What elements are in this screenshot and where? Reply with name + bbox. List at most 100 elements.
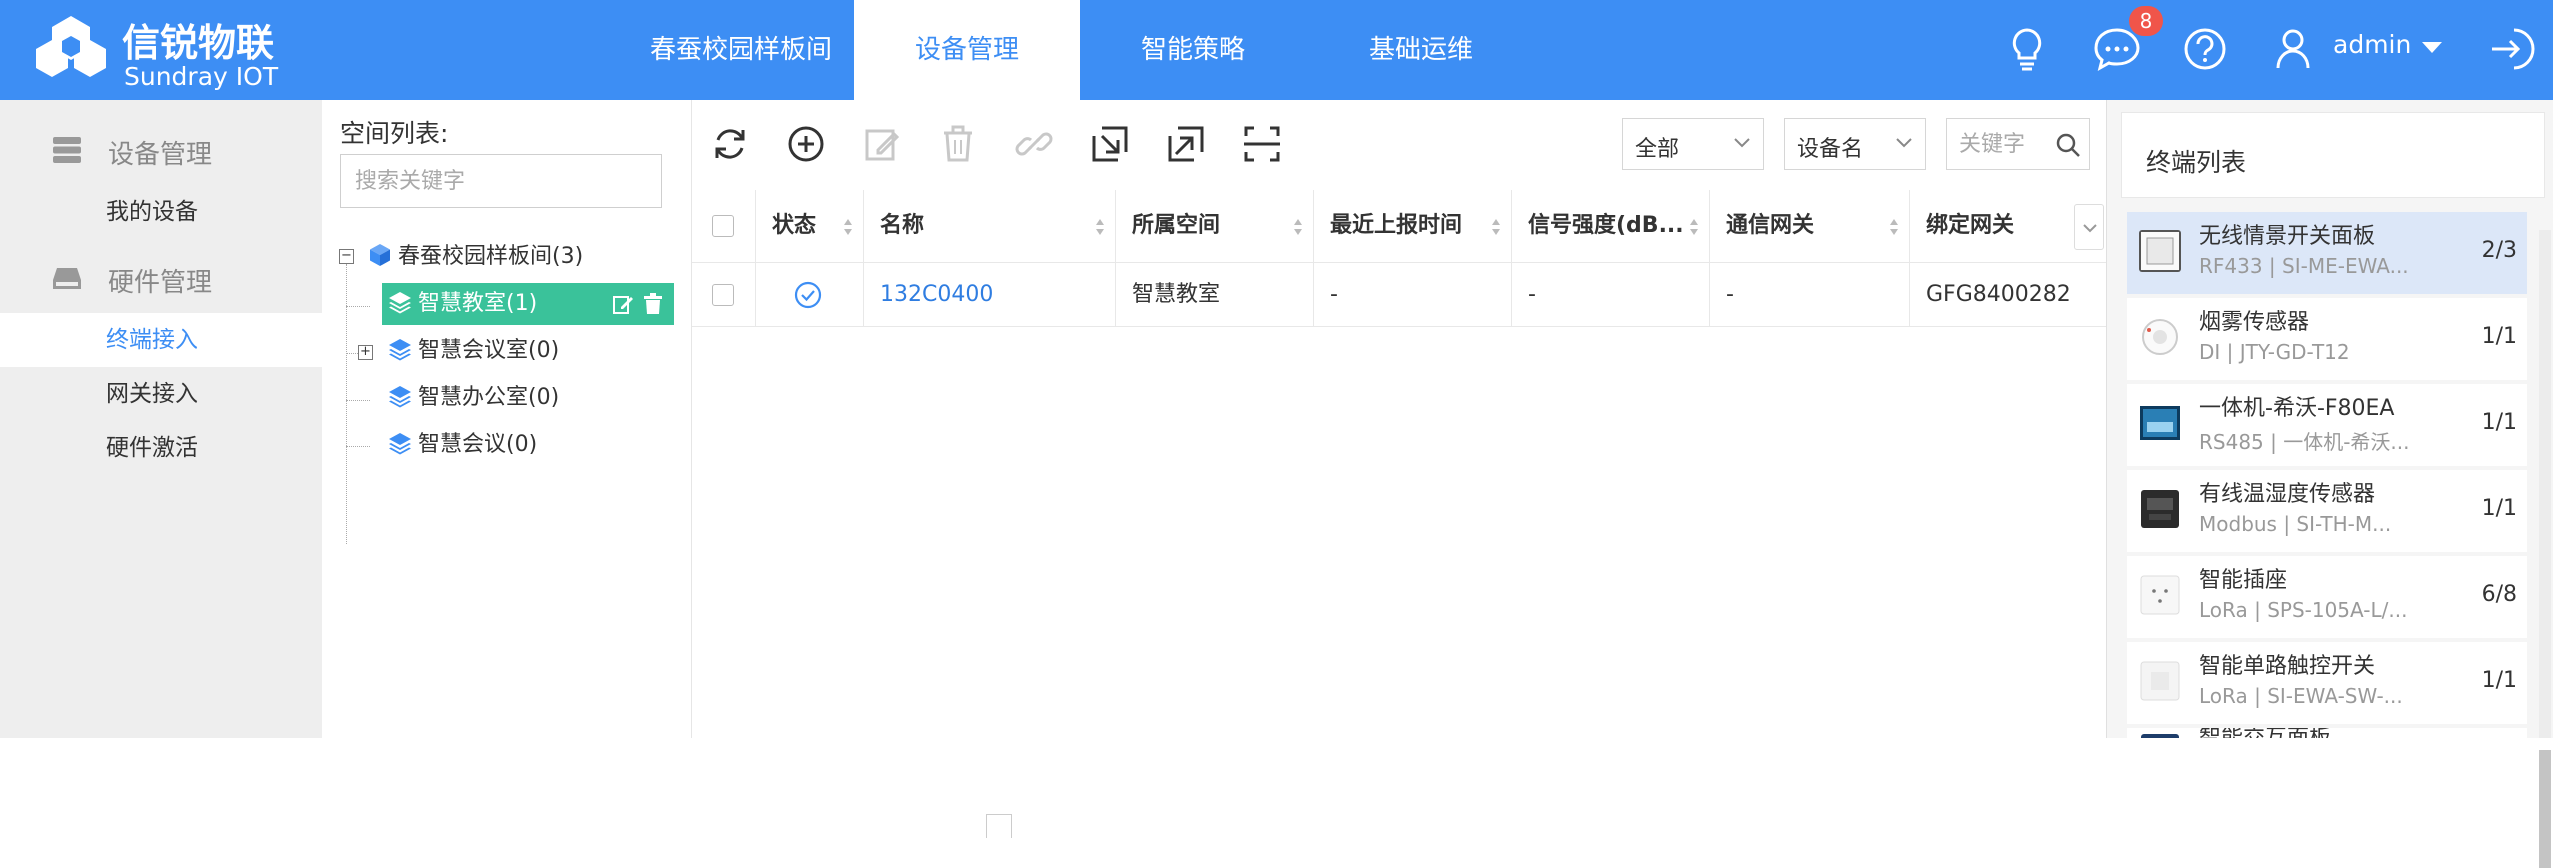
refresh-icon[interactable] (708, 122, 752, 166)
tree-node-root[interactable]: 春蚕校园样板间(3) (368, 236, 583, 278)
terminal-subtitle: LoRa | SPS-105A-L/... (2199, 598, 2408, 622)
smart-socket-thumbnail (2140, 575, 2180, 615)
search-icon[interactable] (2055, 132, 2081, 158)
sort-icon (844, 219, 852, 235)
chevron-down-icon (2083, 224, 2097, 233)
sort-icon (1690, 219, 1698, 235)
terminal-name: 无线情景开关面板 (2199, 224, 2376, 249)
collapse-toggle[interactable]: − (339, 249, 354, 264)
column-menu-button[interactable] (2074, 204, 2104, 250)
chevron-down-icon (1734, 138, 1750, 148)
terminal-item[interactable]: 无线情景开关面板 RF433 | SI-ME-EWA... 2/3 (2127, 212, 2527, 294)
sidebar-item-terminal-access[interactable]: 终端接入 (0, 313, 322, 367)
terminal-item[interactable]: 烟雾传感器 DI | JTY-GD-T12 1/1 (2127, 298, 2527, 380)
scan-icon[interactable] (1240, 122, 1284, 166)
database-icon (53, 137, 81, 163)
tree-node-smart-meeting-room[interactable]: 智慧会议室(0) (388, 330, 559, 372)
space-search-input[interactable] (340, 154, 662, 208)
terminal-item[interactable]: 一体机-希沃-F80EA RS485 | 一体机-希沃... 1/1 (2127, 384, 2527, 466)
scope-select[interactable]: 全部 (1622, 118, 1764, 170)
hard-drive-icon (53, 268, 81, 289)
keyword-input[interactable] (1947, 119, 2057, 169)
nav-smart-strategy[interactable]: 智能策略 (1082, 0, 1304, 100)
terminal-name: 智能单路触控开关 (2199, 654, 2376, 679)
terminal-item[interactable]: 智能插座 LoRa | SPS-105A-L/... 6/8 (2127, 556, 2527, 638)
sidebar-group-hardware[interactable]: 硬件管理 (0, 250, 322, 306)
terminal-name: 智能插座 (2199, 568, 2288, 593)
import-icon[interactable] (1088, 122, 1132, 166)
chevron-down-icon (1896, 138, 1912, 148)
terminal-item[interactable]: 智能单路触控开关 LoRa | SI-EWA-SW-... 1/1 (2127, 642, 2527, 724)
terminal-item[interactable]: 智能交互面板 (2127, 728, 2527, 738)
scrollbar-thumb[interactable] (2539, 750, 2551, 868)
row-checkbox[interactable] (712, 284, 734, 306)
terminal-count: 1/1 (2481, 496, 2517, 521)
link-icon[interactable] (1012, 122, 1056, 166)
add-icon[interactable] (784, 122, 828, 166)
nav-basic-ops[interactable]: 基础运维 (1306, 0, 1536, 100)
nav-device-management[interactable]: 设备管理 (854, 0, 1080, 100)
top-header: 信锐物联 Sundray IOT 春蚕校园样板间 设备管理 智能策略 基础运维 … (0, 0, 2553, 100)
layers-icon (389, 292, 411, 314)
sidebar-item-my-devices[interactable]: 我的设备 (0, 185, 322, 239)
sort-icon (1492, 219, 1500, 235)
all-in-one-screen-thumbnail (2140, 406, 2180, 440)
terminal-list-panel: 终端列表 无线情景开关面板 RF433 | SI-ME-EWA... 2/3 烟… (2106, 100, 2553, 868)
sidebar-item-gateway-access[interactable]: 网关接入 (0, 367, 322, 421)
row-divider (692, 326, 2106, 327)
terminal-count: 6/8 (2481, 582, 2517, 607)
delete-icon[interactable] (936, 122, 980, 166)
last-report-cell: - (1314, 263, 1512, 327)
edit-icon[interactable] (860, 122, 904, 166)
device-name-link[interactable]: 132C0400 (864, 263, 1116, 327)
col-space[interactable]: 所属空间 (1116, 190, 1314, 262)
terminal-item-clip: 智能交互面板 (2127, 728, 2527, 738)
help-icon[interactable] (2178, 22, 2232, 76)
online-status-icon (794, 281, 822, 309)
tree-node-smart-classroom[interactable]: 智慧教室(1) (382, 283, 674, 325)
terminal-count: 1/1 (2481, 324, 2517, 349)
status-cell (756, 263, 864, 327)
terminal-count: 2/3 (2481, 238, 2517, 263)
nav-space[interactable]: 春蚕校园样板间 (630, 0, 852, 100)
temp-humidity-sensor-thumbnail (2141, 490, 2179, 528)
cube-icon (370, 244, 390, 266)
sidebar-item-hardware-activation[interactable]: 硬件激活 (0, 421, 322, 475)
edit-icon[interactable] (612, 293, 634, 315)
col-status[interactable]: 状态 (756, 190, 864, 262)
export-icon[interactable] (1164, 122, 1208, 166)
tree-node-smart-meeting[interactable]: 智慧会议(0) (388, 424, 537, 466)
terminal-list-scrollbar[interactable] (2539, 230, 2551, 868)
logout-icon[interactable] (2484, 22, 2538, 76)
scope-select-value: 全部 (1635, 137, 1680, 162)
terminal-count: 1/1 (2481, 410, 2517, 435)
col-last-report-label: 最近上报时间 (1330, 213, 1463, 238)
logo-name: 信锐物联 (122, 21, 275, 65)
user-icon[interactable] (2266, 22, 2320, 76)
col-signal-label: 信号强度(dB... (1528, 213, 1684, 238)
logo-subtitle: Sundray IOT (124, 62, 279, 91)
delete-icon[interactable] (642, 293, 664, 315)
expand-toggle[interactable]: + (358, 345, 373, 360)
col-signal[interactable]: 信号强度(dB... (1512, 190, 1710, 262)
left-sidebar: 设备管理 我的设备 硬件管理 终端接入 网关接入 硬件激活 (0, 100, 322, 738)
terminal-item[interactable]: 有线温湿度传感器 Modbus | SI-TH-M... 1/1 (2127, 470, 2527, 552)
space-tree-title: 空间列表: (340, 119, 449, 148)
table-row[interactable]: 132C0400 智慧教室 - - - GFG8400282 (692, 263, 2106, 327)
col-comm-gateway[interactable]: 通信网关 (1710, 190, 1910, 262)
tree-scrollbar[interactable] (986, 814, 1012, 838)
field-select[interactable]: 设备名 (1784, 118, 1926, 170)
lightbulb-icon[interactable] (2000, 22, 2054, 76)
sidebar-group-hardware-label: 硬件管理 (108, 268, 213, 298)
user-name[interactable]: admin (2333, 30, 2411, 59)
col-last-report[interactable]: 最近上报时间 (1314, 190, 1512, 262)
terminal-name: 智能交互面板 (2199, 728, 2331, 738)
touch-switch-thumbnail (2140, 661, 2180, 701)
chevron-down-icon[interactable] (2422, 40, 2442, 54)
sidebar-group-device[interactable]: 设备管理 (0, 122, 322, 178)
col-name[interactable]: 名称 (864, 190, 1116, 262)
select-all-checkbox[interactable] (712, 215, 734, 237)
tree-node-label: 智慧教室(1) (418, 291, 538, 316)
logo[interactable]: 信锐物联 Sundray IOT (34, 8, 278, 92)
tree-node-smart-office[interactable]: 智慧办公室(0) (388, 377, 559, 419)
